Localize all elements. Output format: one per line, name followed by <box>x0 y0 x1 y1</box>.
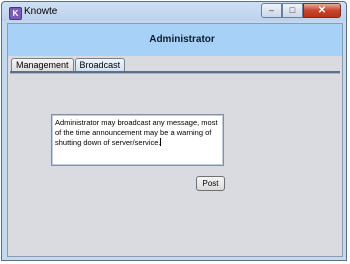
client-area: Administrator Management Broadcast Admin… <box>7 23 343 257</box>
close-icon: ✕ <box>317 5 327 16</box>
window-controls: – □ ✕ <box>261 3 341 18</box>
window-title: Knowte <box>24 6 58 17</box>
maximize-icon: □ <box>289 5 296 15</box>
post-button[interactable]: Post <box>196 176 225 191</box>
tab-bar: Management Broadcast <box>11 58 126 72</box>
tab-management[interactable]: Management <box>11 58 74 72</box>
tab-broadcast[interactable]: Broadcast <box>74 58 126 72</box>
maximize-button[interactable]: □ <box>282 3 303 18</box>
page-title: Administrator <box>149 34 215 45</box>
broadcast-message-input[interactable]: Administrator may broadcast any message,… <box>51 114 224 166</box>
close-button[interactable]: ✕ <box>303 3 341 18</box>
broadcast-message-text: Administrator may broadcast any message,… <box>55 118 218 147</box>
minimize-button[interactable]: – <box>261 3 282 18</box>
header-banner: Administrator <box>8 24 342 56</box>
app-icon: K <box>9 7 22 20</box>
app-window: K Knowte – □ ✕ Administrator Management … <box>1 1 347 261</box>
tab-divider <box>10 71 340 74</box>
text-caret <box>160 138 162 146</box>
minimize-icon: – <box>268 5 274 15</box>
title-bar[interactable]: K Knowte – □ ✕ <box>2 2 346 23</box>
